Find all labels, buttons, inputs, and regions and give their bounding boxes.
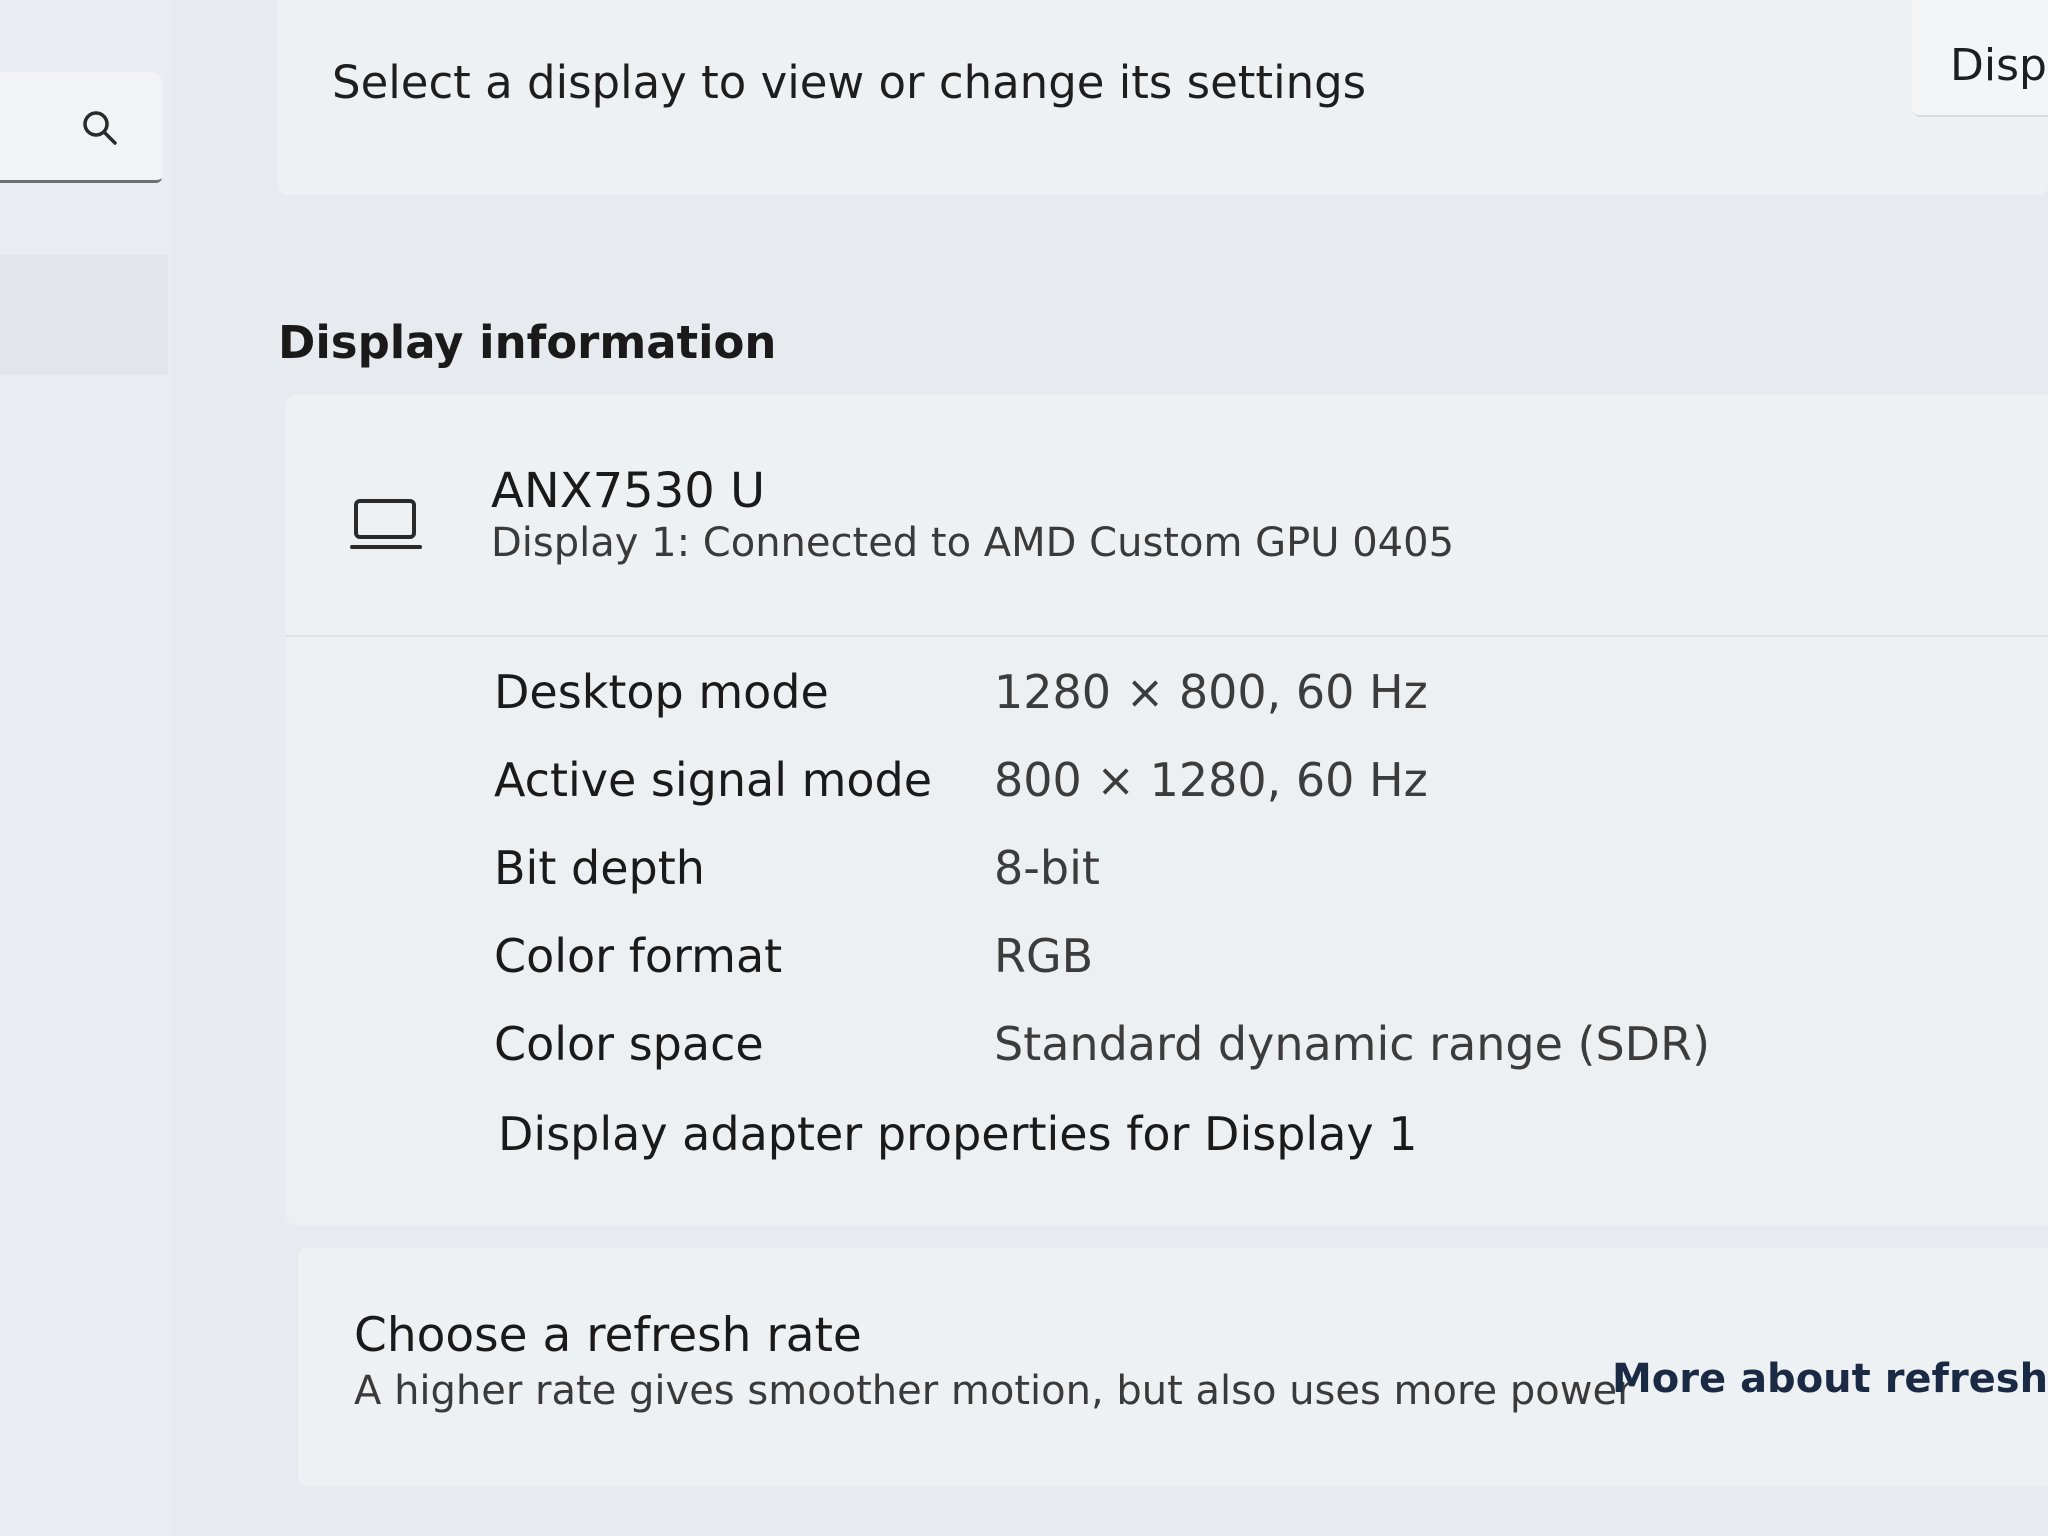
sidebar — [0, 0, 170, 1536]
display-button[interactable]: Displ — [1912, 0, 2048, 117]
property-row-color-space: Color space Standard dynamic range (SDR) — [494, 1017, 1794, 1105]
display-button-label: Displ — [1950, 40, 2048, 91]
more-about-refresh-rate-link[interactable]: More about refresh rat — [1612, 1356, 2048, 1402]
property-row-desktop-mode: Desktop mode 1280 × 800, 60 Hz — [494, 665, 1794, 753]
property-label: Color format — [494, 929, 783, 983]
refresh-rate-title: Choose a refresh rate — [354, 1308, 862, 1363]
property-label: Bit depth — [494, 841, 705, 895]
property-label: Color space — [494, 1017, 764, 1071]
display-name: ANX7530 U — [491, 463, 766, 519]
display-adapter-properties-link[interactable]: Display adapter properties for Display 1 — [498, 1107, 1418, 1161]
property-value: 8-bit — [994, 841, 1100, 895]
sidebar-item-selected[interactable] — [0, 255, 168, 375]
property-value: RGB — [994, 929, 1094, 983]
laptop-icon — [350, 499, 422, 549]
property-value: 800 × 1280, 60 Hz — [994, 753, 1428, 807]
search-icon[interactable] — [78, 106, 122, 150]
property-row-bit-depth: Bit depth 8-bit — [494, 841, 1794, 929]
property-row-active-signal-mode: Active signal mode 800 × 1280, 60 Hz — [494, 753, 1794, 841]
display-information-card: ANX7530 U Display 1: Connected to AMD Cu… — [286, 395, 2048, 1225]
select-display-text: Select a display to view or change its s… — [332, 56, 1367, 109]
refresh-rate-card[interactable]: Choose a refresh rate A higher rate give… — [298, 1248, 2048, 1486]
section-heading-display-information: Display information — [278, 316, 777, 369]
property-label: Active signal mode — [494, 753, 933, 807]
property-value: 1280 × 800, 60 Hz — [994, 665, 1428, 719]
property-row-color-format: Color format RGB — [494, 929, 1794, 1017]
property-value: Standard dynamic range (SDR) — [994, 1017, 1711, 1071]
refresh-rate-description: A higher rate gives smoother motion, but… — [354, 1368, 1634, 1414]
display-properties-list: Desktop mode 1280 × 800, 60 Hz Active si… — [494, 665, 1794, 1105]
display-device-header: ANX7530 U Display 1: Connected to AMD Cu… — [286, 395, 2048, 637]
display-connection: Display 1: Connected to AMD Custom GPU 0… — [491, 520, 1455, 566]
property-label: Desktop mode — [494, 665, 829, 719]
